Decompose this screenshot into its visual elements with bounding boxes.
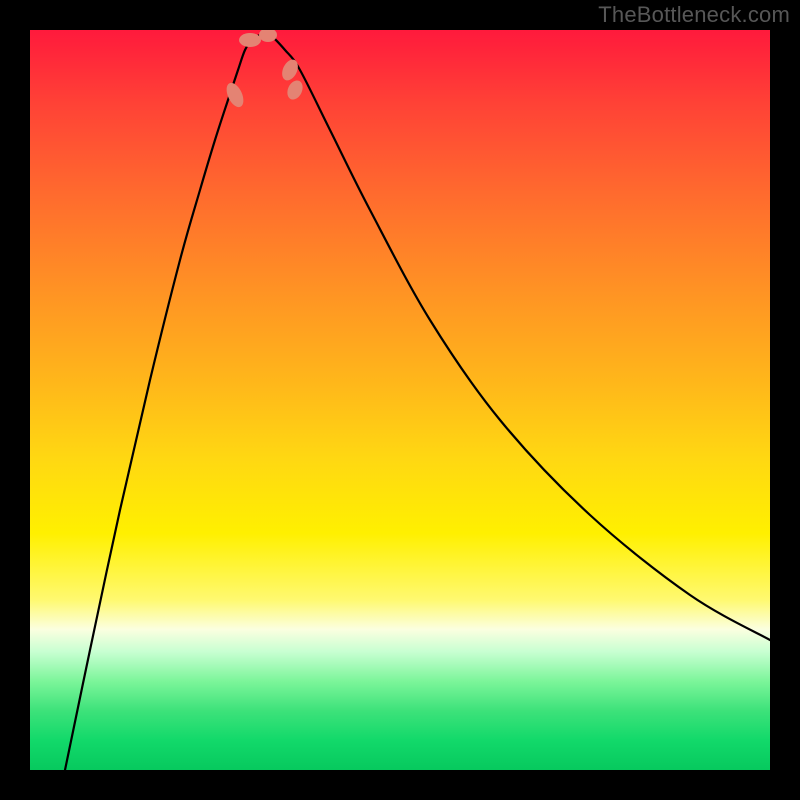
curve-markers <box>223 30 305 110</box>
bottleneck-curve-path <box>65 34 770 770</box>
curve-marker <box>259 30 277 42</box>
bottleneck-curve-svg <box>30 30 770 770</box>
curve-marker <box>284 78 305 102</box>
chart-plot-area <box>30 30 770 770</box>
curve-marker <box>239 33 261 47</box>
curve-marker <box>279 57 301 83</box>
watermark-text: TheBottleneck.com <box>598 2 790 28</box>
